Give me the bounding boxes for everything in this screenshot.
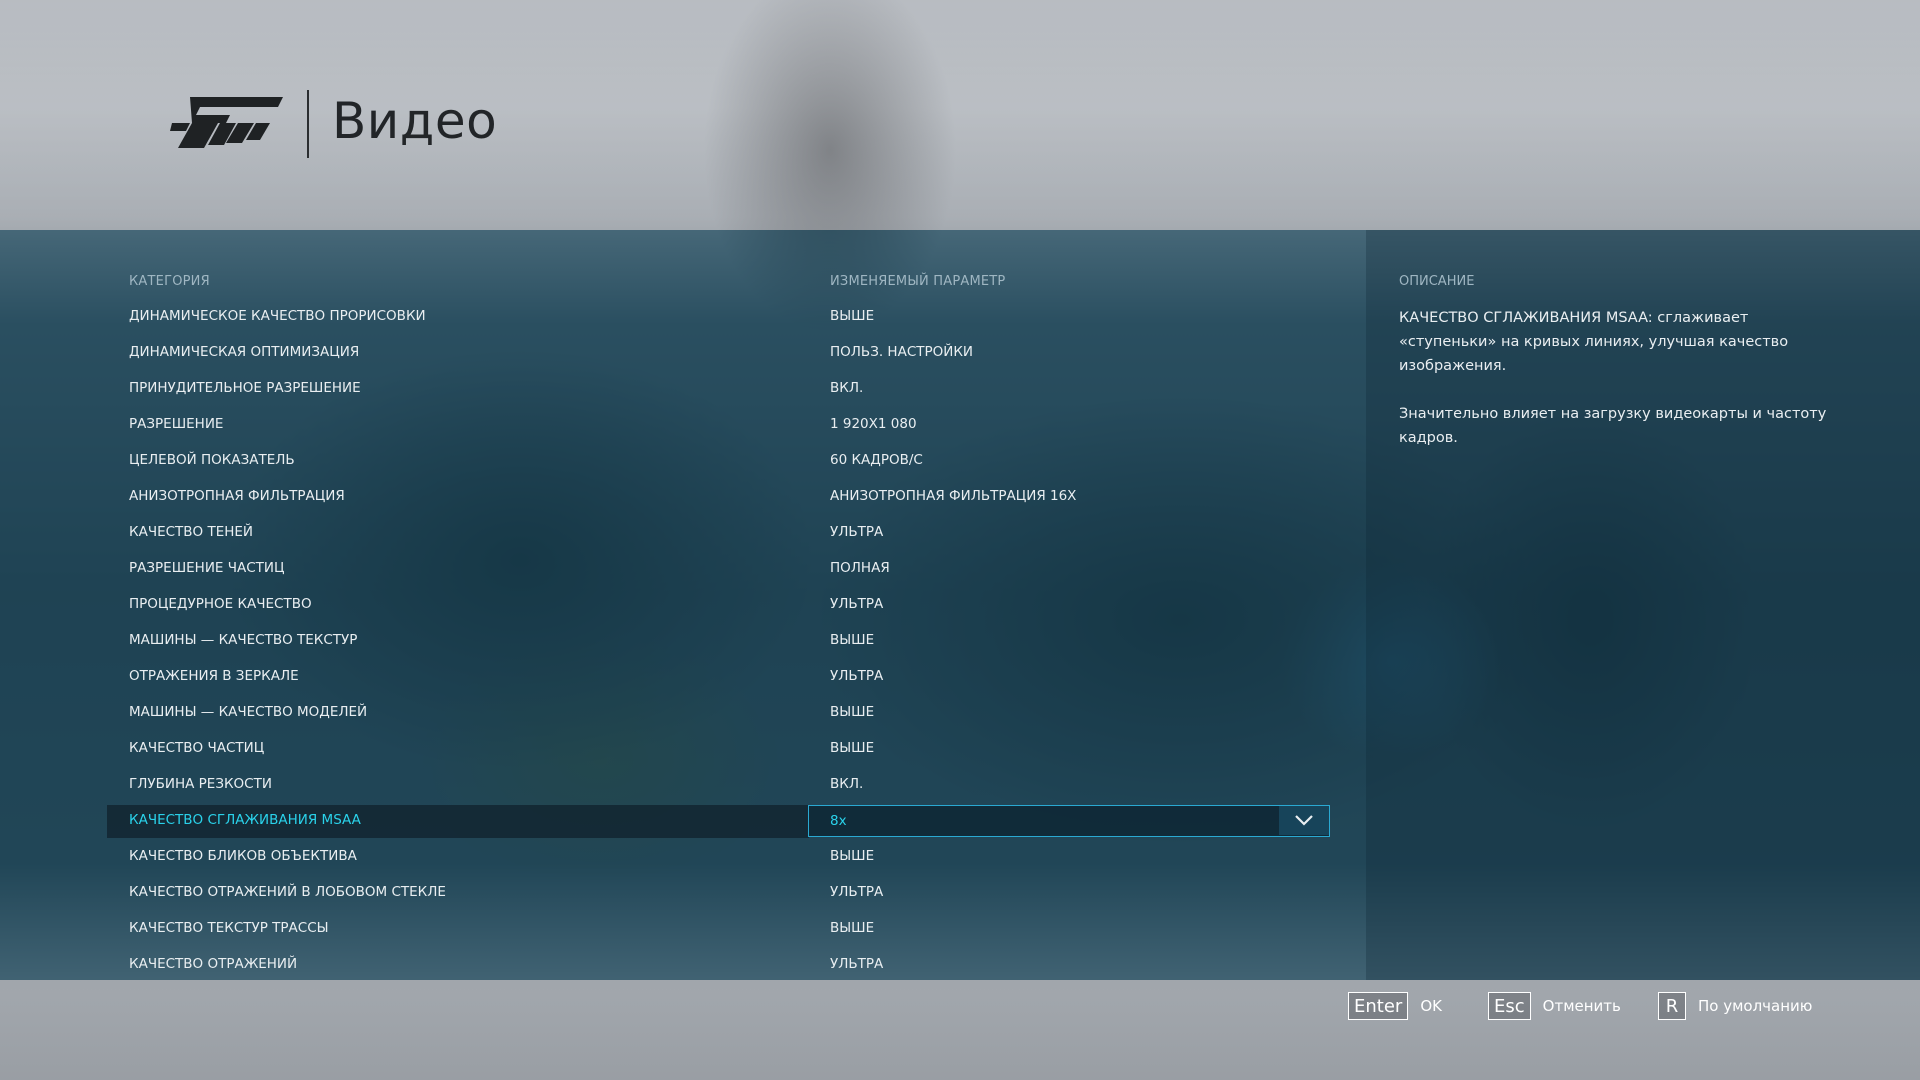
setting-value-label: УЛЬТРА [830, 956, 884, 972]
enter-key-icon: Enter [1348, 992, 1409, 1020]
setting-category-label: РАЗРЕШЕНИЕ [129, 416, 224, 432]
setting-value-label: ВЫШЕ [830, 308, 875, 324]
setting-category-label: ДИНАМИЧЕСКАЯ ОПТИМИЗАЦИЯ [129, 344, 360, 360]
title-divider [307, 90, 309, 158]
settings-row[interactable]: КАЧЕСТВО БЛИКОВ ОБЪЕКТИВА ВЫШЕ [0, 840, 1366, 876]
setting-value-label: УЛЬТРА [830, 668, 884, 684]
settings-row[interactable]: РАЗРЕШЕНИЕ ЧАСТИЦ ПОЛНАЯ [0, 552, 1366, 588]
setting-value-label: ВЫШЕ [830, 740, 875, 756]
chevron-down-icon[interactable] [1279, 806, 1329, 835]
setting-category-label: ДИНАМИЧЕСКОЕ КАЧЕСТВО ПРОРИСОВКИ [129, 308, 426, 324]
page-title: Видео [332, 92, 498, 150]
settings-row[interactable]: МАШИНЫ — КАЧЕСТВО ТЕКСТУР ВЫШЕ [0, 624, 1366, 660]
footer-band [0, 980, 1920, 1080]
setting-category-label: ПРОЦЕДУРНОЕ КАЧЕСТВО [129, 596, 312, 612]
setting-category-label: РАЗРЕШЕНИЕ ЧАСТИЦ [129, 560, 285, 576]
setting-value-label: ВКЛ. [830, 776, 864, 792]
setting-value-label: ВКЛ. [830, 380, 864, 396]
setting-value-label: 1 920x1 080 [830, 416, 917, 432]
header-band [0, 0, 1920, 230]
settings-row[interactable]: ДИНАМИЧЕСКАЯ ОПТИМИЗАЦИЯ ПОЛЬЗ. НАСТРОЙКИ [0, 336, 1366, 372]
description-text: КАЧЕСТВО СГЛАЖИВАНИЯ MSAA: сглаживает «с… [1399, 306, 1829, 474]
settings-row[interactable]: ОТРАЖЕНИЯ В ЗЕРКАЛЕ УЛЬТРА [0, 660, 1366, 696]
r-key-icon: R [1658, 992, 1686, 1020]
hint-esc-cancel[interactable]: Esc Отменить [1488, 991, 1621, 1021]
settings-row[interactable]: КАЧЕСТВО ОТРАЖЕНИЙ УЛЬТРА [0, 948, 1366, 984]
setting-value-label: УЛЬТРА [830, 596, 884, 612]
setting-category-label: ПРИНУДИТЕЛЬНОЕ РАЗРЕШЕНИЕ [129, 380, 361, 396]
hint-r-default[interactable]: R По умолчанию [1658, 991, 1812, 1021]
settings-list: ДИНАМИЧЕСКОЕ КАЧЕСТВО ПРОРИСОВКИ ВЫШЕ ДИНА… [0, 300, 1366, 984]
setting-category-label: КАЧЕСТВО ОТРАЖЕНИЙ [129, 956, 298, 972]
setting-category-label: АНИЗОТРОПНАЯ ФИЛЬТРАЦИЯ [129, 488, 345, 504]
settings-row[interactable]: ЦЕЛЕВОЙ ПОКАЗАТЕЛЬ 60 КАДРОВ/С [0, 444, 1366, 480]
column-header-value: ИЗМЕНЯЕМЫЙ ПАРАМЕТР [830, 274, 1006, 289]
setting-category-label: МАШИНЫ — КАЧЕСТВО ТЕКСТУР [129, 632, 358, 648]
setting-value-label: ПОЛЬЗ. НАСТРОЙКИ [830, 344, 974, 360]
settings-row[interactable]: ДИНАМИЧЕСКОЕ КАЧЕСТВО ПРОРИСОВКИ ВЫШЕ [0, 300, 1366, 336]
setting-value-label: ВЫШЕ [830, 848, 875, 864]
settings-row[interactable]: ПРОЦЕДУРНОЕ КАЧЕСТВО УЛЬТРА [0, 588, 1366, 624]
setting-value-label: ПОЛНАЯ [830, 560, 890, 576]
setting-category-label: ЦЕЛЕВОЙ ПОКАЗАТЕЛЬ [129, 452, 295, 468]
settings-row[interactable]: КАЧЕСТВО ЧАСТИЦ ВЫШЕ [0, 732, 1366, 768]
setting-category-label: КАЧЕСТВО ОТРАЖЕНИЙ В ЛОБОВОМ СТЕКЛЕ [129, 884, 446, 900]
hint-label: Отменить [1542, 997, 1621, 1015]
hint-label: OK [1420, 997, 1442, 1015]
setting-value-label: ВЫШЕ [830, 632, 875, 648]
setting-category-label: МАШИНЫ — КАЧЕСТВО МОДЕЛЕЙ [129, 704, 368, 720]
setting-category-label: КАЧЕСТВО БЛИКОВ ОБЪЕКТИВА [129, 848, 357, 864]
msaa-dropdown[interactable]: 8x [808, 805, 1330, 837]
setting-value-label: ВЫШЕ [830, 704, 875, 720]
settings-row[interactable]: КАЧЕСТВО СГЛАЖИВАНИЯ MSAA 8x [0, 804, 1366, 840]
settings-row[interactable]: МАШИНЫ — КАЧЕСТВО МОДЕЛЕЙ ВЫШЕ [0, 696, 1366, 732]
settings-row[interactable]: КАЧЕСТВО ОТРАЖЕНИЙ В ЛОБОВОМ СТЕКЛЕ УЛЬТР… [0, 876, 1366, 912]
settings-row[interactable]: АНИЗОТРОПНАЯ ФИЛЬТРАЦИЯ АНИЗОТРОПНАЯ ФИЛЬ… [0, 480, 1366, 516]
esc-key-icon: Esc [1488, 992, 1531, 1020]
setting-value-label: АНИЗОТРОПНАЯ ФИЛЬТРАЦИЯ 16X [830, 488, 1077, 504]
settings-row[interactable]: КАЧЕСТВО ТЕНЕЙ УЛЬТРА [0, 516, 1366, 552]
settings-row[interactable]: РАЗРЕШЕНИЕ 1 920x1 080 [0, 408, 1366, 444]
setting-category-label: КАЧЕСТВО СГЛАЖИВАНИЯ MSAA [129, 812, 361, 828]
description-title: ОПИСАНИЕ [1399, 274, 1475, 289]
hint-enter-ok[interactable]: Enter OK [1348, 991, 1442, 1021]
settings-row[interactable]: ПРИНУДИТЕЛЬНОЕ РАЗРЕШЕНИЕ ВКЛ. [0, 372, 1366, 408]
settings-row[interactable]: ГЛУБИНА РЕЗКОСТИ ВКЛ. [0, 768, 1366, 804]
setting-category-label: КАЧЕСТВО ЧАСТИЦ [129, 740, 265, 756]
column-header-category: КАТЕГОРИЯ [129, 274, 210, 289]
setting-value-label: УЛЬТРА [830, 884, 884, 900]
settings-row[interactable]: КАЧЕСТВО ТЕКСТУР ТРАССЫ ВЫШЕ [0, 912, 1366, 948]
setting-value-label: ВЫШЕ [830, 920, 875, 936]
hint-label: По умолчанию [1698, 997, 1813, 1015]
setting-category-label: КАЧЕСТВО ТЕКСТУР ТРАССЫ [129, 920, 329, 936]
setting-category-label: ГЛУБИНА РЕЗКОСТИ [129, 776, 272, 792]
setting-category-label: КАЧЕСТВО ТЕНЕЙ [129, 524, 254, 540]
description-paragraph: Значительно влияет на загрузку видеокарт… [1399, 406, 1827, 446]
dropdown-value: 8x [830, 813, 847, 829]
setting-value-label: 60 КАДРОВ/С [830, 452, 923, 468]
description-paragraph: КАЧЕСТВО СГЛАЖИВАНИЯ MSAA: сглаживает «с… [1399, 310, 1789, 374]
setting-category-label: ОТРАЖЕНИЯ В ЗЕРКАЛЕ [129, 668, 299, 684]
forza-logo-icon [170, 97, 283, 148]
setting-value-label: УЛЬТРА [830, 524, 884, 540]
